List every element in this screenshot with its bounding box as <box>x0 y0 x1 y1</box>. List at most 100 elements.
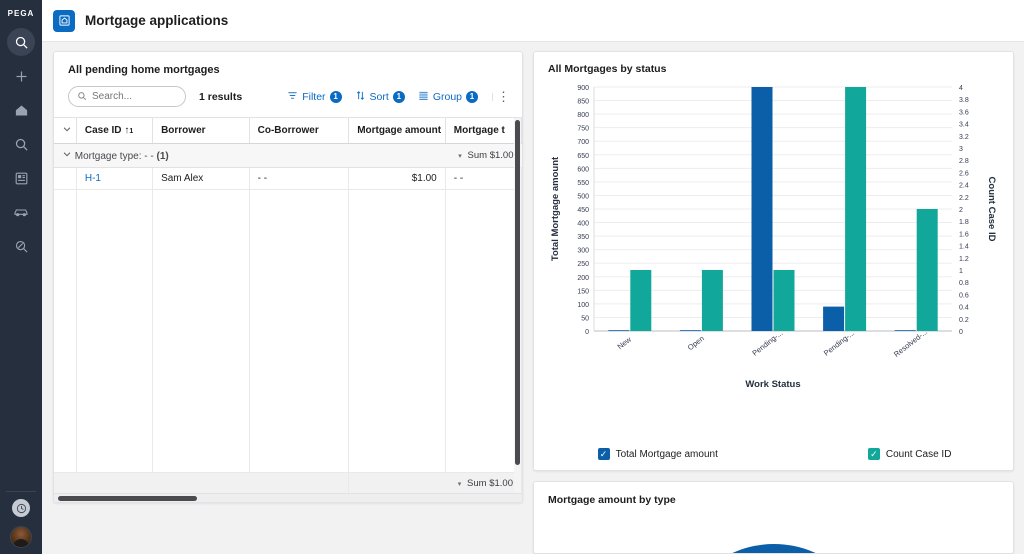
sort-order: 1 <box>129 128 134 135</box>
svg-text:800: 800 <box>577 112 589 119</box>
search-input-wrapper[interactable] <box>68 86 186 107</box>
svg-text:0.4: 0.4 <box>959 305 969 312</box>
sidebar-item-vehicles[interactable] <box>7 198 35 226</box>
results-count: 1 results <box>199 90 243 103</box>
table-vertical-scrollbar[interactable] <box>514 118 521 493</box>
bar-chart-svg[interactable]: 0 50 100 150 200 250 300 350 400 450 500 550 600 650 7… <box>548 79 1000 399</box>
svg-text:2.2: 2.2 <box>959 195 969 202</box>
pie-chart-title: Mortgage amount by type <box>548 494 676 506</box>
sort-label: Sort <box>369 90 389 103</box>
svg-text:500: 500 <box>577 193 589 200</box>
svg-text:4: 4 <box>959 85 963 92</box>
svg-text:0: 0 <box>585 329 589 336</box>
mortgage-amount-by-type-card: Mortgage amount by type <box>533 481 1014 554</box>
svg-text:Resolved-...: Resolved-... <box>892 327 929 359</box>
svg-text:3: 3 <box>959 146 963 153</box>
caret-icon: ▾ <box>457 481 462 488</box>
caret-icon: ▾ <box>458 153 462 160</box>
filter-label: Filter <box>302 90 326 103</box>
svg-text:1.2: 1.2 <box>959 256 969 263</box>
cell-case-id[interactable]: H-1 <box>76 167 154 190</box>
results-table-wrapper: Case ID ↑1 Borrower Co-Borrower Mortgage… <box>54 117 522 493</box>
table-row[interactable]: H-1 Sam Alex - - $1.00 - - <box>54 167 522 190</box>
expand-all-toggle[interactable] <box>54 118 77 144</box>
legend-item-total-mortgage-amount[interactable]: ✓ Total Mortgage amount <box>597 448 718 460</box>
column-header-co-borrower[interactable]: Co-Borrower <box>249 118 350 144</box>
sort-button[interactable]: Sort 1 <box>355 90 405 104</box>
chart-title: All Mortgages by status <box>548 63 667 75</box>
legend-checkbox-icon[interactable]: ✓ <box>867 448 880 460</box>
app-header: Mortgage applications <box>42 0 1024 42</box>
table-footer-row: ▾ Sum $1.00 <box>54 472 522 493</box>
table-horizontal-scroll-thumb[interactable] <box>58 496 197 501</box>
svg-text:650: 650 <box>577 153 589 160</box>
search-icon <box>77 88 87 106</box>
search-icon <box>14 137 29 152</box>
more-options-button[interactable]: ⋮ <box>492 90 510 103</box>
footer-summary: Sum $1.00 <box>467 478 513 489</box>
sidebar-item-home[interactable] <box>7 96 35 124</box>
sidebar-item-explore[interactable] <box>7 232 35 260</box>
sidebar-item-search-active[interactable] <box>7 28 35 56</box>
case-id-link[interactable]: H-1 <box>85 173 101 184</box>
column-header-mortgage-type[interactable]: Mortgage t <box>445 118 522 144</box>
svg-text:2.4: 2.4 <box>959 183 969 190</box>
list-tool-group: Filter 1 Sort 1 Group 1 ⋮ <box>287 90 510 104</box>
sidebar-item-create[interactable] <box>7 62 35 90</box>
left-column: All pending home mortgages 1 results <box>53 51 523 554</box>
group-header-row[interactable]: Mortgage type: - - (1) ▾ Sum $1.00 <box>54 143 522 168</box>
column-header-case-id[interactable]: Case ID ↑1 <box>76 118 154 144</box>
svg-text:1.8: 1.8 <box>959 219 969 226</box>
page-title: Mortgage applications <box>85 13 229 28</box>
table-vertical-scroll-thumb[interactable] <box>515 120 520 465</box>
column-header-borrower[interactable]: Borrower <box>152 118 250 144</box>
svg-text:0.2: 0.2 <box>959 317 969 324</box>
car-icon <box>13 204 29 220</box>
svg-text:2.8: 2.8 <box>959 158 969 165</box>
home-icon <box>14 103 29 118</box>
svg-text:0.6: 0.6 <box>959 292 969 299</box>
table-filler-row <box>54 189 522 473</box>
group-button[interactable]: Group 1 <box>418 90 478 104</box>
legend-checkbox-icon[interactable]: ✓ <box>597 448 610 460</box>
svg-text:200: 200 <box>577 275 589 282</box>
pie-chart-shape[interactable] <box>673 544 874 553</box>
svg-text:450: 450 <box>577 207 589 214</box>
column-label: Case ID <box>84 125 122 136</box>
svg-text:600: 600 <box>577 166 589 173</box>
svg-text:700: 700 <box>577 139 589 146</box>
app-root: PEGA Mortgage applications All pending h… <box>0 0 1024 554</box>
clock-icon[interactable] <box>12 499 30 517</box>
filter-icon <box>287 90 298 104</box>
svg-text:250: 250 <box>577 261 589 268</box>
svg-text:Count Case ID: Count Case ID <box>986 177 997 242</box>
left-nav-sidebar: PEGA <box>0 0 42 554</box>
svg-text:750: 750 <box>577 126 589 133</box>
svg-text:550: 550 <box>577 180 589 187</box>
sort-icon <box>355 90 366 104</box>
row-spacer <box>54 167 77 190</box>
svg-text:New: New <box>616 335 634 352</box>
legend-item-count-case-id[interactable]: ✓ Count Case ID <box>867 448 952 460</box>
table-horizontal-scrollbar[interactable] <box>54 493 522 502</box>
svg-text:900: 900 <box>577 85 589 92</box>
column-header-mortgage-amount[interactable]: Mortgage amount <box>348 118 446 144</box>
svg-text:150: 150 <box>577 288 589 295</box>
sidebar-item-cases[interactable] <box>7 164 35 192</box>
svg-text:3.8: 3.8 <box>959 97 969 104</box>
svg-text:100: 100 <box>577 302 589 309</box>
filter-badge: 1 <box>329 90 342 103</box>
svg-text:2.6: 2.6 <box>959 170 969 177</box>
svg-text:0: 0 <box>959 329 963 336</box>
chevron-down-icon[interactable] <box>62 149 72 162</box>
group-label: Group <box>432 90 462 103</box>
svg-text:Pending-...: Pending-... <box>822 328 856 357</box>
filter-button[interactable]: Filter 1 <box>287 90 342 104</box>
sidebar-item-search[interactable] <box>7 130 35 158</box>
avatar[interactable] <box>10 526 32 548</box>
search-input[interactable] <box>92 91 182 102</box>
svg-text:1: 1 <box>959 268 963 275</box>
legend-label: Count Case ID <box>885 448 952 460</box>
group-value: - - <box>144 151 154 162</box>
svg-text:350: 350 <box>577 234 589 241</box>
